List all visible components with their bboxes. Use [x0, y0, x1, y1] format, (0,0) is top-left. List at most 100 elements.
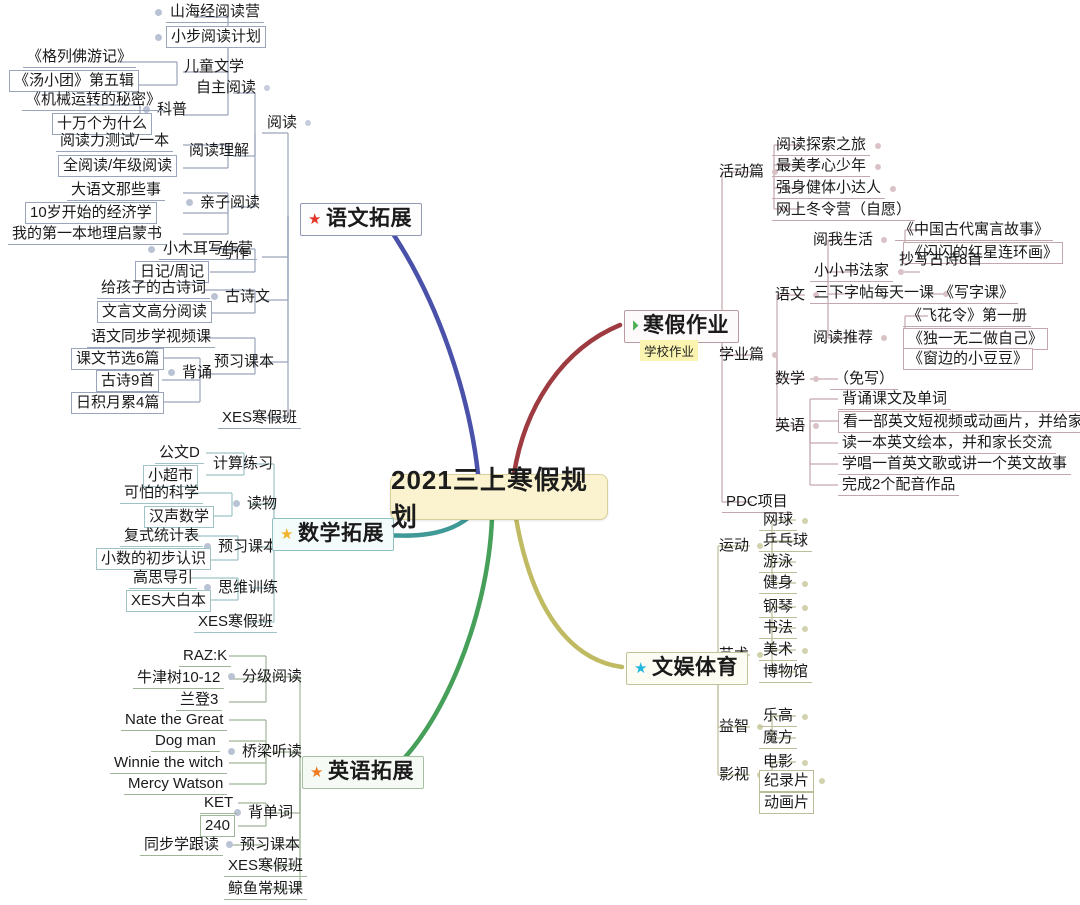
collapse-dot-icon[interactable] [881, 236, 888, 243]
collapse-dot-icon[interactable] [802, 604, 809, 611]
leaf-watch-video-tell[interactable]: 看一部英文短视频或动画片，并给家长讲讲 [838, 411, 1080, 434]
leaf-swimming[interactable]: 游泳 [759, 552, 798, 574]
leaf-totto-chan[interactable]: 《窗边的小豆豆》 [903, 348, 1034, 371]
collapse-dot-icon[interactable] [228, 748, 235, 756]
leaf-ancient-poems-9[interactable]: 古诗9首 [96, 370, 160, 393]
leaf-two-dubbing-works[interactable]: 完成2个配音作品 [838, 475, 960, 497]
collapse-dot-icon[interactable] [802, 647, 809, 654]
branch-node-english[interactable]: ★ 英语拓展 [302, 756, 424, 790]
node-lang-self-reading[interactable]: 自主阅读 [193, 78, 271, 97]
leaf-reading-exploration[interactable]: 阅读探索之旅 [772, 135, 882, 157]
leaf-kumon-d[interactable]: 公文D [155, 443, 204, 465]
collapse-dot-icon[interactable] [226, 841, 233, 849]
collapse-dot-icon[interactable] [875, 163, 882, 170]
collapse-dot-icon[interactable] [802, 517, 809, 524]
leaf-fitness[interactable]: 健身 [759, 573, 809, 595]
leaf-gulliver[interactable]: 《格列佛游记》 [23, 47, 137, 69]
leaf-oxford-10-12[interactable]: 牛津树10-12 [133, 668, 225, 690]
node-hw-english[interactable]: 英语 [772, 416, 820, 435]
leaf-xiaobu-plan[interactable]: 小步阅读计划 [155, 26, 267, 49]
collapse-dot-icon[interactable] [186, 199, 193, 207]
leaf-daily-accum-4[interactable]: 日积月累4篇 [71, 392, 165, 415]
leaf-240[interactable]: 240 [200, 815, 236, 838]
node-activity-section[interactable]: 活动篇 [716, 162, 779, 181]
node-copybook-daily[interactable]: 三下字帖每天一课 [810, 283, 950, 305]
node-reading-recommend[interactable]: 阅读推荐 [810, 328, 888, 347]
node-sports[interactable]: 运动 [716, 536, 764, 555]
leaf-xes-winter-lang[interactable]: XES寒假班 [218, 408, 302, 430]
collapse-dot-icon[interactable] [305, 119, 312, 126]
leaf-copy-8-poems[interactable]: 抄写古诗8首 [896, 250, 985, 269]
collapse-dot-icon[interactable] [890, 185, 897, 192]
node-math-readings[interactable]: 读物 [233, 494, 280, 513]
node-hw-math[interactable]: 数学 [772, 369, 820, 388]
leaf-classical-reading[interactable]: 文言文高分阅读 [97, 301, 213, 324]
leaf-rubiks-cube[interactable]: 魔方 [759, 728, 798, 750]
leaf-reading-test[interactable]: 阅读力测试/一本 [56, 131, 174, 153]
leaf-tennis[interactable]: 网球 [759, 510, 809, 532]
node-classical-chinese[interactable]: 古诗文 [211, 287, 273, 306]
branch-node-homework[interactable]: ⏵ 寒假作业 [624, 310, 739, 344]
leaf-sync-video-course[interactable]: 语文同步学视频课 [87, 327, 216, 349]
collapse-dot-icon[interactable] [813, 375, 820, 382]
leaf-documentary[interactable]: 纪录片 [759, 770, 826, 793]
collapse-dot-icon[interactable] [155, 9, 162, 17]
node-bridge-listening[interactable]: 桥梁听读 [228, 742, 305, 761]
leaf-fine-arts[interactable]: 美术 [759, 640, 809, 662]
node-calc-practice[interactable]: 计算练习 [210, 454, 276, 473]
branch-node-lang[interactable]: ★ 语文拓展 [300, 203, 422, 237]
leaf-ancient-fables[interactable]: 《中国古代寓言故事》 [895, 220, 1054, 242]
leaf-fitness-star[interactable]: 强身健体小达人 [772, 178, 897, 200]
leaf-machine-secret[interactable]: 《机械运转的秘密》 [22, 90, 166, 112]
leaf-filial-teen[interactable]: 最美孝心少年 [772, 156, 882, 178]
node-thinking-training[interactable]: 思维训练 [204, 578, 281, 597]
leaf-text-excerpt-6[interactable]: 课文节选6篇 [71, 348, 165, 371]
leaf-animation[interactable]: 动画片 [759, 792, 815, 815]
node-academic-section[interactable]: 学业篇 [716, 345, 779, 364]
node-graded-reading[interactable]: 分级阅读 [228, 667, 305, 686]
leaf-gaosi-guide[interactable]: 高思导引 [129, 568, 198, 590]
leaf-unique-self[interactable]: 《独一无二做自己》 [903, 328, 1049, 351]
node-parent-child-reading[interactable]: 亲子阅读 [186, 193, 263, 212]
collapse-dot-icon[interactable] [802, 713, 809, 720]
leaf-museum[interactable]: 博物馆 [759, 662, 813, 684]
center-node[interactable]: 2021三上寒假规划 [390, 465, 608, 532]
node-lang-reading[interactable]: 阅读 [264, 113, 312, 132]
leaf-xes-winter-eng[interactable]: XES寒假班 [224, 856, 308, 878]
node-film-tv[interactable]: 影视 [716, 765, 764, 784]
leaf-nate-the-great[interactable]: Nate the Great [121, 710, 228, 732]
leaf-whale-regular-class[interactable]: 鲸鱼常规课 [224, 879, 308, 901]
leaf-shanhaijing[interactable]: 山海经阅读营 [155, 2, 265, 24]
node-little-calligrapher[interactable]: 小小书法家 [810, 261, 905, 283]
leaf-winnie-the-witch[interactable]: Winnie the witch [110, 753, 228, 775]
leaf-dayuwen[interactable]: 大语文那些事 [67, 180, 166, 202]
node-preview-textbook-eng[interactable]: 预习课本 [226, 835, 303, 854]
leaf-raz-k[interactable]: RAZ:K [179, 646, 232, 668]
collapse-dot-icon[interactable] [802, 580, 809, 587]
node-reading-comprehension[interactable]: 阅读理解 [186, 141, 252, 160]
leaf-tangxiaotuan[interactable]: 《汤小团》第五辑 [9, 70, 140, 93]
collapse-dot-icon[interactable] [211, 293, 218, 301]
leaf-feihualing-vol1[interactable]: 《飞花令》第一册 [903, 306, 1032, 328]
leaf-horrible-science[interactable]: 可怕的科学 [120, 483, 204, 505]
leaf-piano[interactable]: 钢琴 [759, 597, 809, 619]
leaf-online-winter-camp[interactable]: 网上冬令营（自愿） [772, 200, 916, 222]
collapse-dot-icon[interactable] [813, 422, 820, 429]
leaf-compound-table[interactable]: 复式统计表 [120, 526, 204, 548]
node-puzzles[interactable]: 益智 [716, 717, 764, 736]
collapse-dot-icon[interactable] [233, 500, 240, 508]
leaf-table-tennis[interactable]: 乒乓球 [759, 531, 813, 553]
collapse-dot-icon[interactable] [772, 351, 779, 358]
leaf-random-house-3[interactable]: 兰登3 [176, 690, 223, 712]
leaf-decimal-intro[interactable]: 小数的初步认识 [96, 548, 212, 571]
leaf-no-writing[interactable]: （免写） [830, 369, 899, 391]
leaf-sync-follow-read[interactable]: 同步学跟读 [140, 835, 224, 857]
leaf-lego[interactable]: 乐高 [759, 706, 809, 728]
collapse-dot-icon[interactable] [168, 369, 175, 377]
node-childrens-lit[interactable]: 儿童文学 [181, 57, 247, 76]
leaf-ket[interactable]: KET [200, 793, 238, 815]
leaf-writing-class-book[interactable]: 《写字课》 [935, 283, 1019, 305]
collapse-dot-icon[interactable] [228, 673, 235, 681]
leaf-xes-white-book[interactable]: XES大白本 [126, 590, 212, 613]
collapse-dot-icon[interactable] [898, 268, 905, 275]
